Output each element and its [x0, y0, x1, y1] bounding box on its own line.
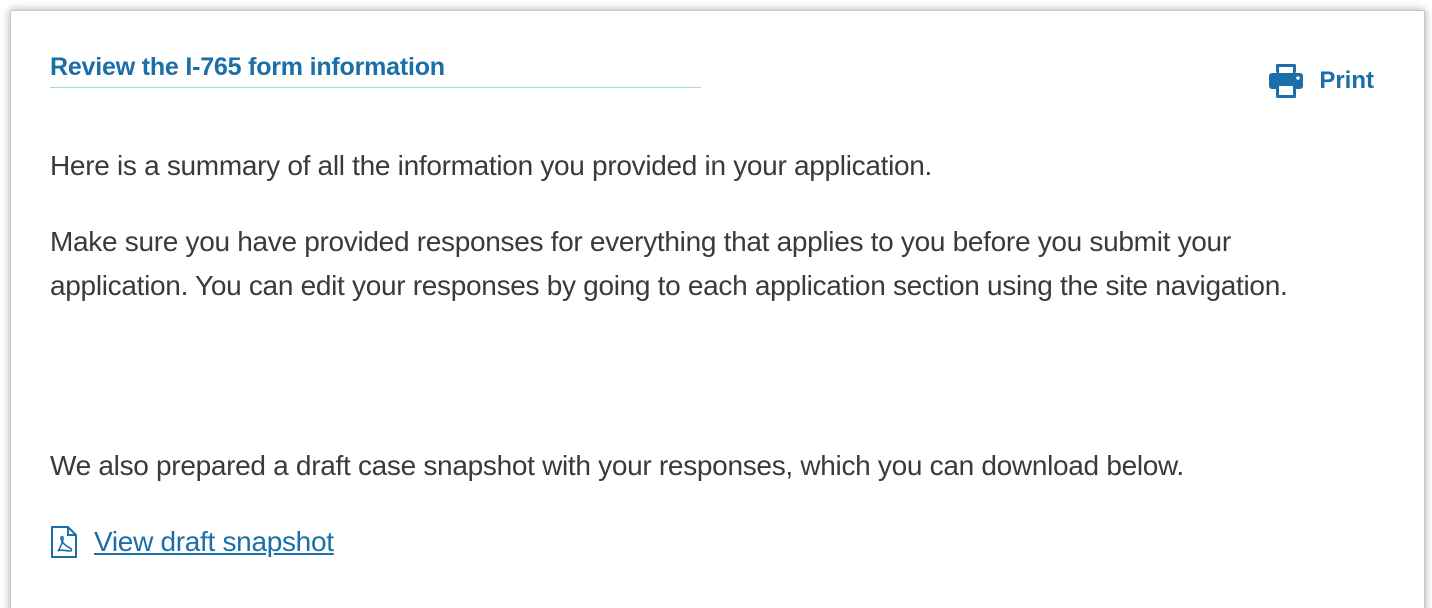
print-label: Print — [1319, 67, 1374, 94]
printer-icon — [1267, 62, 1305, 100]
section-heading: Review the I-765 form information — [50, 52, 701, 88]
snapshot-paragraph: We also prepared a draft case snapshot w… — [50, 450, 1184, 481]
page: Review the I-765 form information Print … — [0, 0, 1432, 608]
summary-paragraph: Here is a summary of all the information… — [50, 150, 933, 181]
view-draft-snapshot-link[interactable]: View draft snapshot — [50, 520, 334, 564]
pdf-file-icon — [50, 525, 78, 559]
review-card — [10, 10, 1425, 608]
section-title: Review the I-765 form information — [50, 53, 445, 81]
view-draft-snapshot-label: View draft snapshot — [94, 526, 334, 557]
print-button[interactable]: Print — [1267, 62, 1374, 100]
instructions-paragraph: Make sure you have provided responses fo… — [50, 226, 1288, 301]
